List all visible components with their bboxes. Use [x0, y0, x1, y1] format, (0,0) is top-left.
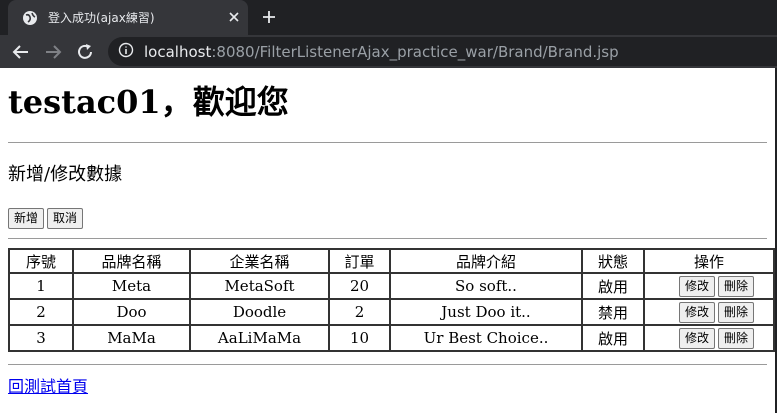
- header-company: 企業名稱: [189, 248, 330, 274]
- header-status: 狀態: [581, 248, 645, 274]
- delete-button[interactable]: 刪除: [718, 327, 755, 349]
- cell-brand: MaMa: [72, 324, 191, 352]
- reload-icon[interactable]: [75, 42, 95, 62]
- table-row: 1 Meta MetaSoft 20 So soft.. 啟用 修改 刪除: [8, 272, 775, 300]
- edit-button[interactable]: 修改: [679, 327, 716, 349]
- cell-company: AaLiMaMa: [189, 324, 330, 352]
- info-icon[interactable]: [118, 42, 134, 62]
- address-bar[interactable]: localhost:8080/FilterListenerAjax_practi…: [108, 37, 777, 66]
- cell-actions: 修改 刪除: [643, 298, 775, 326]
- cell-brand: Meta: [72, 272, 191, 300]
- brand-table: 序號 品牌名稱 企業名稱 訂單 品牌介紹 狀態 操作 1 Meta MetaSo…: [8, 248, 775, 352]
- url-host: localhost: [144, 42, 212, 61]
- divider: [8, 238, 767, 239]
- tab-title: 登入成功(ajax練習): [48, 11, 155, 25]
- divider: [8, 364, 767, 365]
- cell-orders: 10: [328, 324, 391, 352]
- back-arrow-icon[interactable]: [11, 42, 31, 62]
- forward-arrow-icon[interactable]: [43, 42, 63, 62]
- cell-intro: Ur Best Choice..: [389, 324, 583, 352]
- page-content: testac01，歡迎您 新增/修改數據 新增 取消 序號 品牌名稱 企業名稱 訂…: [8, 68, 775, 396]
- cell-status: 啟用: [581, 324, 645, 352]
- cell-id: 3: [8, 324, 74, 352]
- browser-tab[interactable]: 登入成功(ajax練習): [8, 0, 248, 35]
- header-actions: 操作: [643, 248, 775, 274]
- edit-button[interactable]: 修改: [679, 275, 716, 297]
- new-tab-icon[interactable]: [260, 8, 278, 26]
- header-orders: 訂單: [328, 248, 391, 274]
- cell-intro: Just Doo it..: [389, 298, 583, 326]
- cell-intro: So soft..: [389, 272, 583, 300]
- cell-status: 啟用: [581, 272, 645, 300]
- cell-orders: 2: [328, 298, 391, 326]
- table-header-row: 序號 品牌名稱 企業名稱 訂單 品牌介紹 狀態 操作: [8, 248, 775, 274]
- delete-button[interactable]: 刪除: [718, 275, 755, 297]
- cell-actions: 修改 刪除: [643, 324, 775, 352]
- url-text: localhost:8080/FilterListenerAjax_practi…: [144, 43, 619, 61]
- table-row: 2 Doo Doodle 2 Just Doo it.. 禁用 修改 刪除: [8, 298, 775, 326]
- globe-icon: [22, 10, 38, 26]
- section-title: 新增/修改數據: [8, 164, 123, 185]
- delete-button[interactable]: 刪除: [718, 301, 755, 323]
- cell-company: Doodle: [189, 298, 330, 326]
- edit-button[interactable]: 修改: [679, 301, 716, 323]
- header-id: 序號: [8, 248, 74, 274]
- url-path: :8080/FilterListenerAjax_practice_war/Br…: [211, 42, 619, 61]
- cell-orders: 20: [328, 272, 391, 300]
- table-row: 3 MaMa AaLiMaMa 10 Ur Best Choice.. 啟用 修…: [8, 324, 775, 352]
- cancel-button[interactable]: 取消: [47, 208, 84, 229]
- header-brand: 品牌名稱: [72, 248, 191, 274]
- cell-actions: 修改 刪除: [643, 272, 775, 300]
- divider: [8, 142, 767, 143]
- cell-company: MetaSoft: [189, 272, 330, 300]
- cell-brand: Doo: [72, 298, 191, 326]
- form-buttons: 新增 取消: [8, 208, 86, 229]
- close-tab-icon[interactable]: [226, 9, 242, 25]
- cell-status: 禁用: [581, 298, 645, 326]
- back-home-link[interactable]: 回測試首頁: [8, 373, 88, 397]
- add-button[interactable]: 新增: [8, 208, 45, 229]
- browser-tabstrip: 登入成功(ajax練習): [0, 0, 777, 35]
- cell-id: 2: [8, 298, 74, 326]
- welcome-heading: testac01，歡迎您: [8, 83, 289, 121]
- header-intro: 品牌介紹: [389, 248, 583, 274]
- cell-id: 1: [8, 272, 74, 300]
